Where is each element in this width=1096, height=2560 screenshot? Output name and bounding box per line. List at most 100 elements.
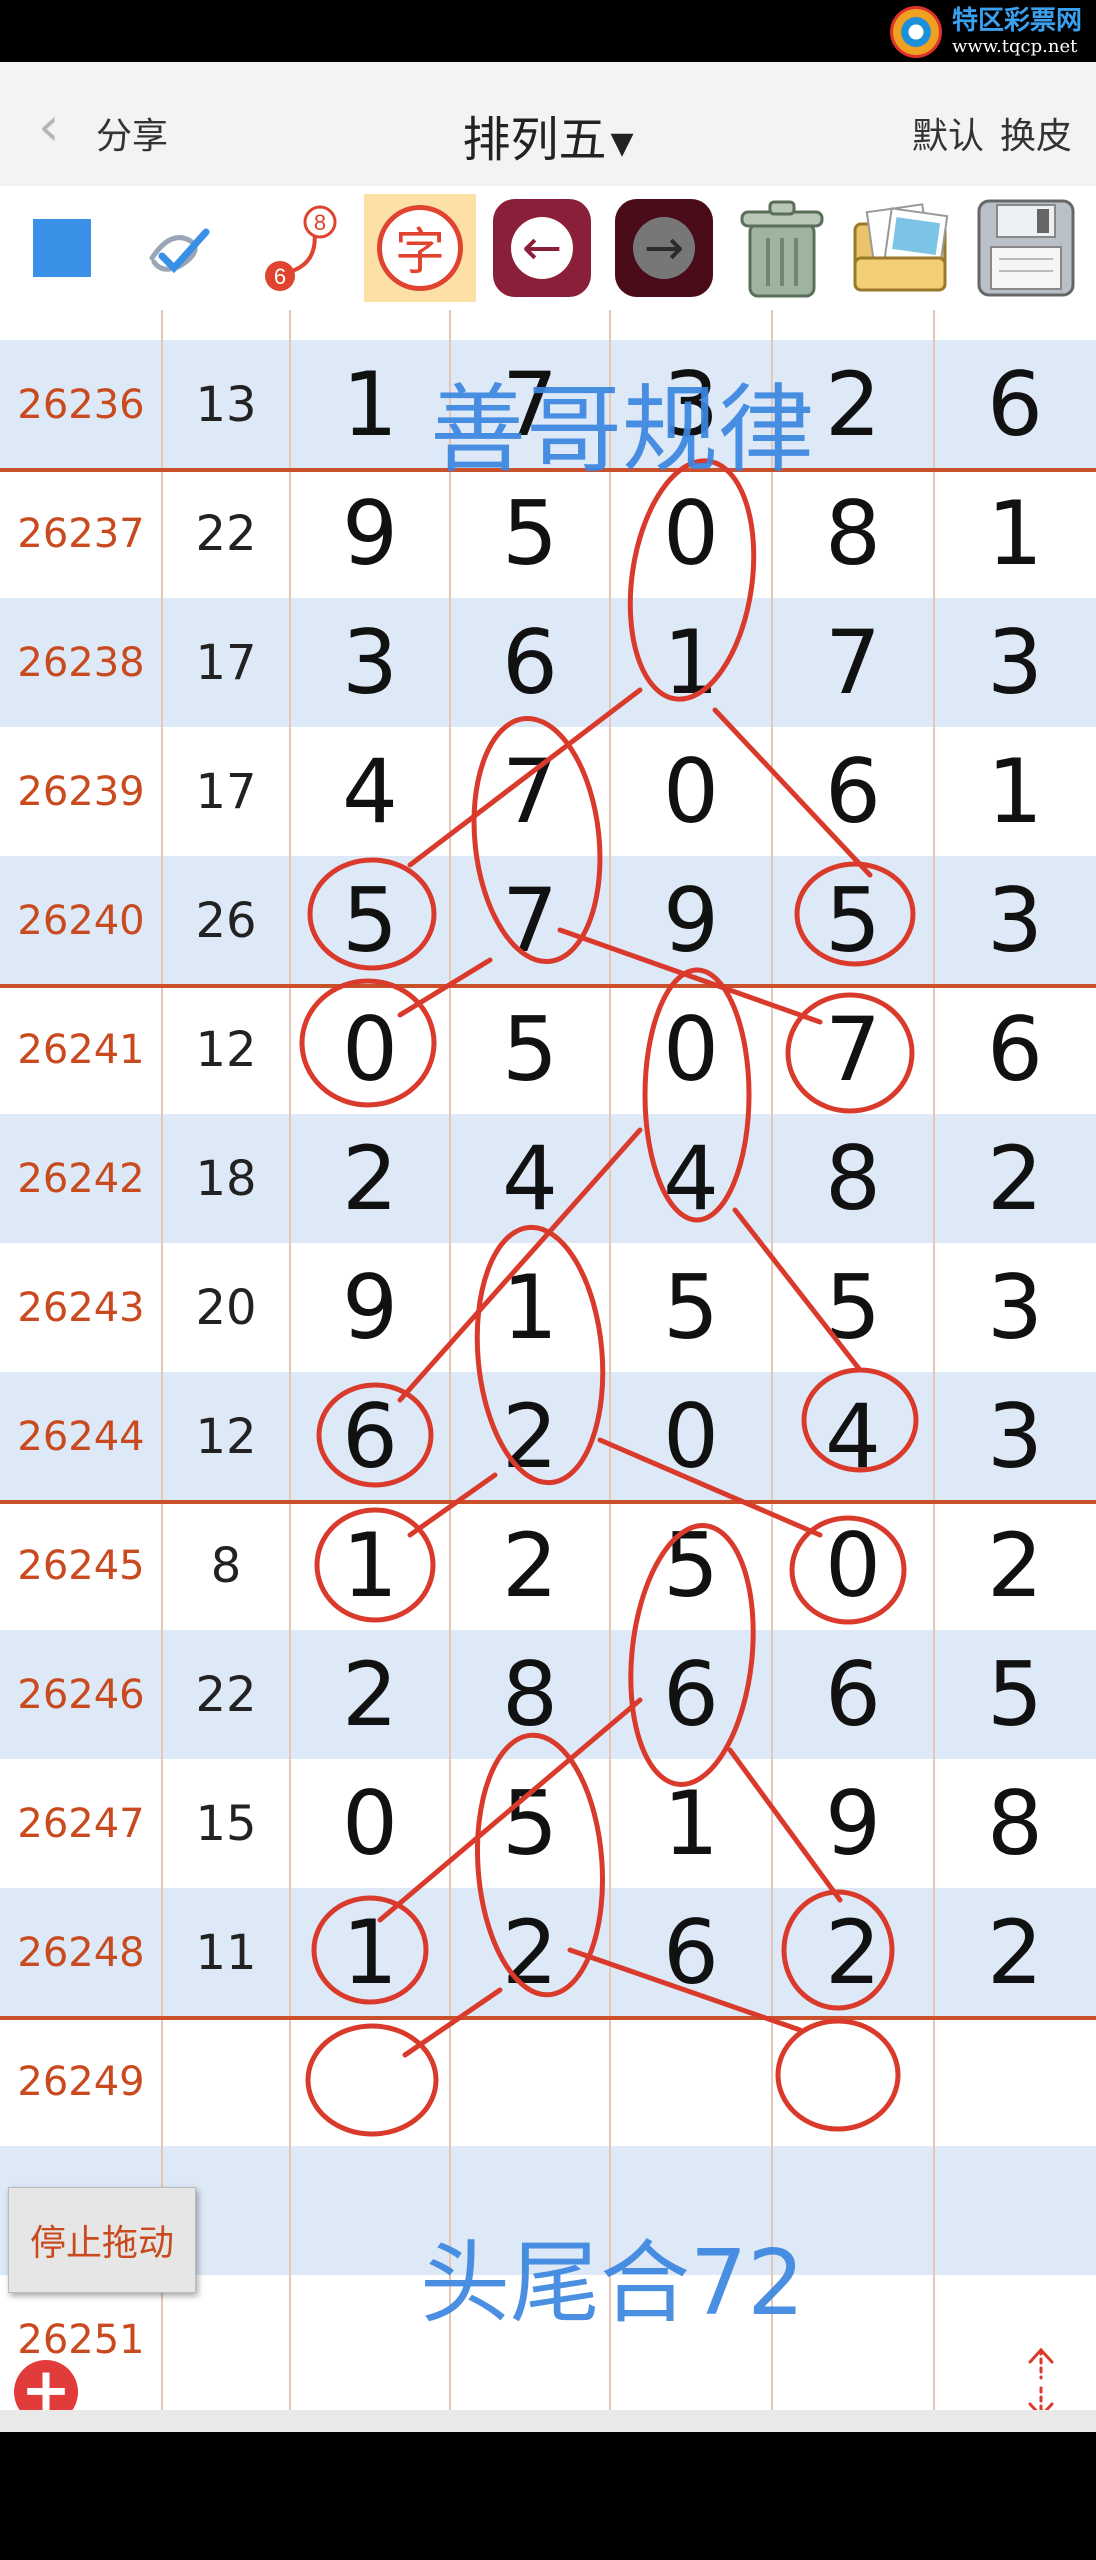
table-row[interactable]: 26240 26 5 7 9 5 3 [0, 856, 1096, 985]
stop-drag-button[interactable]: 停止拖动 [8, 2187, 196, 2293]
draw-digit-2[interactable]: 8 [450, 1630, 610, 1759]
gallery-button[interactable] [846, 194, 958, 302]
draw-digit-4[interactable]: 7 [772, 985, 934, 1114]
draw-digit-5[interactable]: 3 [934, 1372, 1096, 1501]
draw-digit-3[interactable]: 1 [610, 1759, 772, 1888]
table-row[interactable]: 26246 22 2 8 6 6 5 [0, 1630, 1096, 1759]
draw-digit-2[interactable]: 5 [450, 1759, 610, 1888]
draw-digit-5[interactable]: 1 [934, 469, 1096, 598]
draw-digit-2[interactable] [450, 2017, 610, 2146]
draw-digit-1[interactable]: 1 [290, 1501, 450, 1630]
draw-digit-4[interactable]: 6 [772, 1630, 934, 1759]
draw-digit-4[interactable]: 5 [772, 856, 934, 985]
draw-digit-1[interactable]: 9 [290, 469, 450, 598]
draw-digit-1[interactable]: 9 [290, 1243, 450, 1372]
draw-digit-1[interactable]: 2 [290, 1630, 450, 1759]
draw-digit-3[interactable]: 0 [610, 727, 772, 856]
draw-digit-2[interactable]: 6 [450, 598, 610, 727]
watermark-url: www.tqcp.net [951, 36, 1078, 57]
draw-digit-3[interactable]: 6 [610, 1630, 772, 1759]
results-grid[interactable]: 26236 13 1 7 3 2 6 26237 22 9 5 0 8 1 26238 17 3 6 1 7 3 2623… [0, 310, 1096, 2410]
draw-digit-1[interactable] [290, 2017, 450, 2146]
draw-digit-2[interactable]: 2 [450, 1501, 610, 1630]
draw-digit-2[interactable]: 2 [450, 1888, 610, 2017]
draw-digit-3[interactable]: 5 [610, 1243, 772, 1372]
watermark: 特区彩票网 www.tqcp.net [889, 6, 1082, 58]
draw-digit-1[interactable]: 1 [290, 1888, 450, 2017]
table-row[interactable]: 26241 12 0 5 0 7 6 [0, 985, 1096, 1114]
table-row[interactable]: 26242 18 2 4 4 8 2 [0, 1114, 1096, 1243]
draw-digit-1[interactable]: 4 [290, 727, 450, 856]
draw-digit-4[interactable]: 7 [772, 598, 934, 727]
status-bar: 特区彩票网 www.tqcp.net [0, 0, 1096, 62]
default-button[interactable]: 默认 [912, 107, 984, 159]
draw-digit-5[interactable] [934, 2017, 1096, 2146]
draw-digit-4[interactable]: 8 [772, 1114, 934, 1243]
table-row[interactable]: 26238 17 3 6 1 7 3 [0, 598, 1096, 727]
draw-digit-2[interactable]: 7 [450, 727, 610, 856]
period-number: 26241 [17, 1026, 145, 1073]
table-row[interactable]: 26243 20 9 1 5 5 3 [0, 1243, 1096, 1372]
draw-digit-3[interactable]: 0 [610, 1372, 772, 1501]
draw-digit-5[interactable]: 3 [934, 856, 1096, 985]
draw-digit-2[interactable]: 5 [450, 985, 610, 1114]
table-row[interactable]: 26239 17 4 7 0 6 1 [0, 727, 1096, 856]
draw-digit-1[interactable]: 0 [290, 1759, 450, 1888]
save-button[interactable] [970, 194, 1082, 302]
draw-digit-5[interactable]: 3 [934, 598, 1096, 727]
draw-digit-5[interactable]: 3 [934, 1243, 1096, 1372]
draw-digit-3[interactable]: 9 [610, 856, 772, 985]
draw-digit-2[interactable]: 1 [450, 1243, 610, 1372]
draw-digit-5[interactable]: 2 [934, 1501, 1096, 1630]
draw-digit-5[interactable] [934, 2146, 1096, 2275]
draw-digit-3[interactable] [610, 2017, 772, 2146]
draw-digit-5[interactable] [934, 2275, 1096, 2404]
column-divider [161, 310, 163, 2410]
draw-digit-1[interactable]: 5 [290, 856, 450, 985]
draw-digit-1[interactable]: 3 [290, 598, 450, 727]
draw-digit-2[interactable]: 7 [450, 856, 610, 985]
draw-digit-3[interactable]: 6 [610, 1888, 772, 2017]
draw-digit-2[interactable]: 2 [450, 1372, 610, 1501]
digit-sum: 12 [195, 1408, 257, 1465]
table-row[interactable]: 26245 8 1 2 5 0 2 [0, 1501, 1096, 1630]
clear-button[interactable] [726, 194, 838, 302]
draw-digit-1[interactable]: 6 [290, 1372, 450, 1501]
digit-sum: 17 [195, 763, 257, 820]
draw-digit-4[interactable] [772, 2017, 934, 2146]
draw-digit-5[interactable]: 5 [934, 1630, 1096, 1759]
draw-digit-4[interactable]: 5 [772, 1243, 934, 1372]
draw-digit-5[interactable]: 1 [934, 727, 1096, 856]
change-skin-button[interactable]: 换皮 [1000, 107, 1072, 159]
column-divider [289, 310, 291, 2410]
draw-digit-3[interactable]: 4 [610, 1114, 772, 1243]
redo-button[interactable]: → [608, 194, 720, 302]
draw-digit-4[interactable]: 0 [772, 1501, 934, 1630]
number-link-button[interactable]: 8 6 [244, 194, 356, 302]
table-row[interactable]: 26248 11 1 2 6 2 2 [0, 1888, 1096, 2017]
draw-digit-3[interactable]: 0 [610, 985, 772, 1114]
draw-digit-5[interactable]: 2 [934, 1888, 1096, 2017]
draw-digit-1[interactable]: 0 [290, 985, 450, 1114]
draw-digit-5[interactable]: 8 [934, 1759, 1096, 1888]
draw-digit-1[interactable]: 2 [290, 1114, 450, 1243]
draw-digit-4[interactable]: 2 [772, 1888, 934, 2017]
table-row[interactable]: 26247 15 0 5 1 9 8 [0, 1759, 1096, 1888]
table-row[interactable]: 26244 12 6 2 0 4 3 [0, 1372, 1096, 1501]
draw-digit-1[interactable]: 1 [290, 340, 450, 469]
draw-digit-2[interactable]: 4 [450, 1114, 610, 1243]
draw-digit-3[interactable]: 5 [610, 1501, 772, 1630]
draw-digit-4[interactable]: 9 [772, 1759, 934, 1888]
draw-digit-5[interactable]: 2 [934, 1114, 1096, 1243]
draw-digit-4[interactable]: 6 [772, 727, 934, 856]
draw-digit-3[interactable]: 1 [610, 598, 772, 727]
character-tool-button[interactable]: 字 [364, 194, 476, 302]
period-number: 26246 [17, 1671, 145, 1718]
draw-digit-5[interactable]: 6 [934, 985, 1096, 1114]
draw-digit-4[interactable]: 4 [772, 1372, 934, 1501]
table-row[interactable]: 26249 [0, 2017, 1096, 2146]
undo-button[interactable]: ← [486, 194, 598, 302]
draw-digit-5[interactable]: 6 [934, 340, 1096, 469]
color-picker-button[interactable] [6, 194, 118, 302]
pen-tool-button[interactable] [124, 194, 236, 302]
